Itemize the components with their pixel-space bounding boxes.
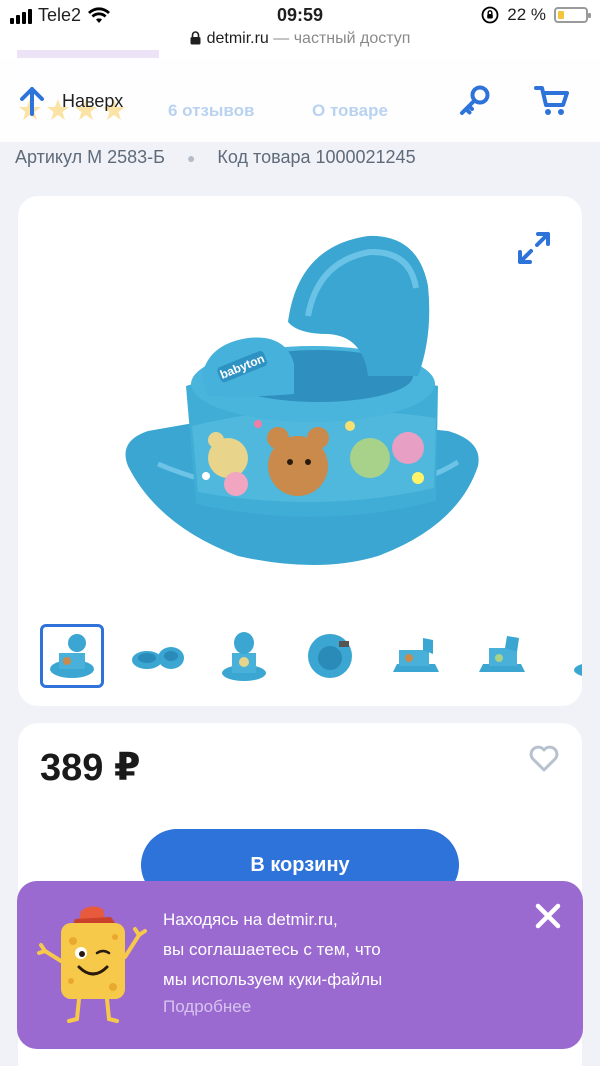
article-number: Артикул M 2583-Б bbox=[15, 147, 165, 167]
scroll-top-button[interactable]: Наверх bbox=[18, 86, 123, 116]
expand-icon[interactable] bbox=[516, 230, 552, 266]
cookie-message-line: Находясь на detmir.ru, bbox=[163, 910, 338, 929]
thumbnail[interactable] bbox=[40, 624, 104, 688]
product-price: 389 ₽ bbox=[40, 747, 141, 789]
product-gallery: babyton bbox=[18, 196, 582, 706]
lock-icon bbox=[190, 31, 201, 45]
product-code: Код товара 1000021245 bbox=[217, 147, 416, 167]
cookie-more-link[interactable]: Подробнее bbox=[163, 997, 251, 1017]
faded-reviews-link: 6 отзывов bbox=[168, 101, 255, 120]
orientation-lock-icon bbox=[481, 6, 499, 24]
cookie-message: Находясь на detmir.ru, вы соглашаетесь с… bbox=[163, 905, 483, 995]
cart-icon[interactable] bbox=[534, 84, 570, 118]
url-host: detmir.ru bbox=[206, 30, 269, 47]
thumbnail[interactable] bbox=[470, 624, 534, 688]
product-image[interactable]: babyton bbox=[118, 226, 488, 596]
thumbnail[interactable] bbox=[212, 624, 276, 688]
battery-icon bbox=[554, 7, 591, 23]
thumbnail[interactable] bbox=[556, 624, 582, 688]
cookie-message-line: вы соглашаетесь с тем, что bbox=[163, 940, 381, 959]
thumbnail[interactable] bbox=[384, 624, 448, 688]
cookie-banner: Находясь на detmir.ru, вы соглашаетесь с… bbox=[17, 881, 583, 1049]
sponge-mascot-icon bbox=[37, 906, 147, 1023]
arrow-up-icon bbox=[20, 87, 44, 116]
url-private-label: — частный доступ bbox=[268, 30, 411, 47]
faded-about-link: О товаре bbox=[312, 101, 388, 120]
sticky-header: 6 отзывов О товаре Наверх bbox=[0, 58, 600, 142]
status-bar: Tele2 09:59 22 % bbox=[0, 0, 600, 30]
scroll-top-label: Наверх bbox=[62, 90, 124, 111]
thumbnail[interactable] bbox=[298, 624, 362, 688]
battery-percent: 22 % bbox=[507, 5, 546, 24]
heart-icon[interactable] bbox=[528, 745, 560, 773]
product-ids: Артикул M 2583-Б ● Код товара 1000021245 bbox=[15, 147, 416, 168]
cookie-message-line: мы используем куки-файлы bbox=[163, 970, 383, 989]
key-icon[interactable] bbox=[458, 84, 492, 118]
separator-dot: ● bbox=[186, 149, 196, 166]
thumbnail[interactable] bbox=[126, 624, 190, 688]
close-icon[interactable] bbox=[535, 903, 561, 929]
thumbnail-strip bbox=[40, 624, 582, 688]
